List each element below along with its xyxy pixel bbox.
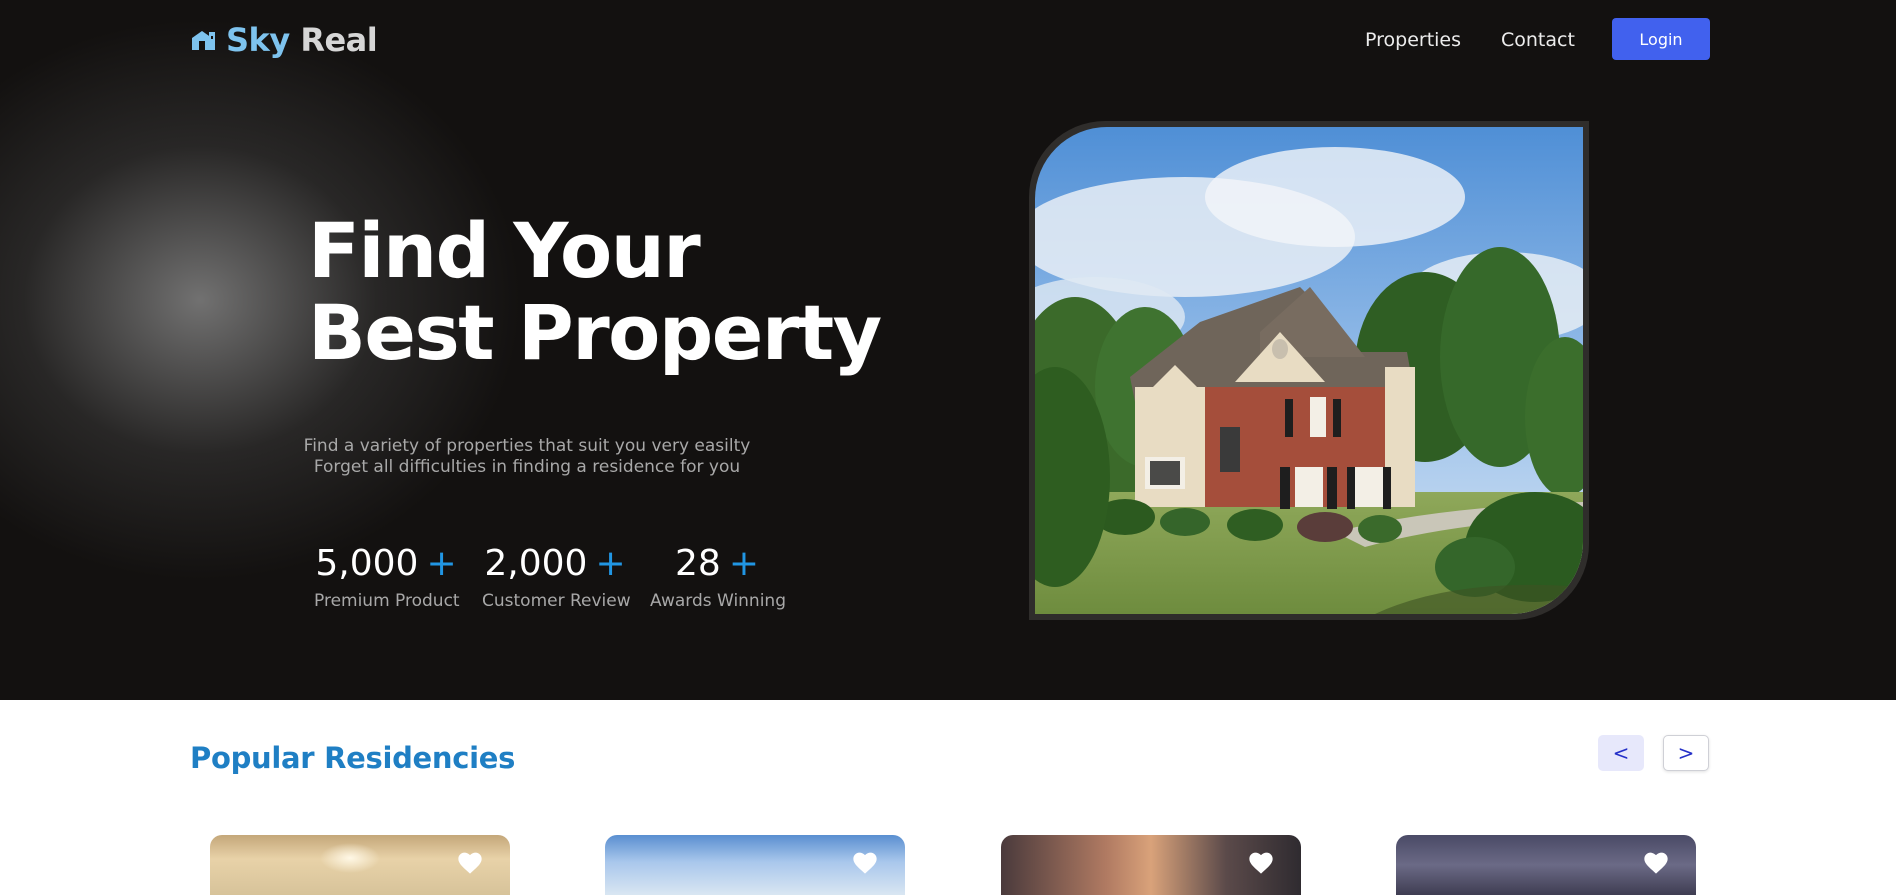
logo-text: Sky Real bbox=[226, 21, 378, 59]
hero-title-line2: Best Property bbox=[308, 288, 882, 377]
stat-awards-winning: 28 + Awards Winning bbox=[650, 542, 786, 612]
logo-sky-text: Sky bbox=[226, 21, 290, 59]
stat-number: 5,000 bbox=[315, 543, 419, 584]
stat-label: Customer Review bbox=[482, 591, 631, 611]
section-title-popular: Popular Residencies bbox=[190, 741, 516, 775]
home-logo-icon bbox=[192, 31, 215, 50]
stat-plus: + bbox=[595, 543, 626, 584]
stat-plus: + bbox=[426, 543, 457, 584]
stat-label: Premium Product bbox=[314, 591, 460, 611]
residency-card[interactable] bbox=[210, 835, 510, 895]
hero-title-line1: Find Your bbox=[308, 206, 701, 295]
stat-value: 5,000 + bbox=[314, 542, 458, 586]
stat-plus: + bbox=[728, 543, 759, 584]
stat-value: 2,000 + bbox=[482, 542, 628, 586]
heart-icon[interactable] bbox=[851, 849, 879, 875]
heart-icon[interactable] bbox=[456, 849, 484, 875]
hero-subtitle-line2: Forget all difficulties in finding a res… bbox=[313, 457, 741, 477]
residency-card[interactable] bbox=[1396, 835, 1696, 895]
hero-title: Find Your Best Property bbox=[308, 210, 882, 377]
slider-prev-button[interactable]: < bbox=[1598, 735, 1644, 771]
logo-real-text: Real bbox=[300, 21, 378, 59]
logo[interactable]: Sky Real bbox=[190, 21, 378, 59]
sun-glow bbox=[320, 843, 380, 873]
stat-value: 28 + bbox=[650, 542, 784, 586]
house-illustration bbox=[1035, 127, 1583, 614]
heart-icon[interactable] bbox=[1642, 849, 1670, 875]
stat-customer-review: 2,000 + Customer Review bbox=[482, 542, 631, 612]
slider-next-button[interactable]: > bbox=[1663, 735, 1709, 771]
stat-number: 28 bbox=[675, 543, 721, 584]
nav-properties[interactable]: Properties bbox=[1365, 29, 1461, 51]
stat-premium-product: 5,000 + Premium Product bbox=[314, 542, 460, 612]
stat-number: 2,000 bbox=[484, 543, 588, 584]
heart-icon[interactable] bbox=[1247, 849, 1275, 875]
hero-subtitle-line1: Find a variety of properties that suit y… bbox=[303, 436, 751, 456]
hero-house-image bbox=[1035, 127, 1583, 614]
nav-contact[interactable]: Contact bbox=[1501, 29, 1575, 51]
login-button[interactable]: Login bbox=[1612, 18, 1710, 60]
hero-image-frame bbox=[1029, 121, 1589, 620]
residency-card[interactable] bbox=[605, 835, 905, 895]
residency-card[interactable] bbox=[1001, 835, 1301, 895]
hero-subtitle: Find a variety of properties that suit y… bbox=[300, 436, 754, 478]
stat-label: Awards Winning bbox=[650, 591, 786, 611]
hero-section: Sky Real Properties Contact Login Find Y… bbox=[0, 0, 1896, 700]
